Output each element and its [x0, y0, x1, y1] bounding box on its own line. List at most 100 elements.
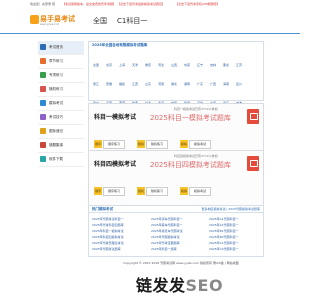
province-link[interactable]: 江苏	[236, 62, 249, 69]
sidebar-item-label: 随机练习	[49, 87, 63, 91]
province-link[interactable]: 福建	[119, 81, 132, 88]
region-box-title: 2025年全国各地驾照模拟考试题库	[92, 43, 148, 47]
region-box: 2025年全国各地驾照模拟考试题库 全国 北京 上海 天津 重庆 河北 山西 内蒙 辽宁 吉林 黑龙…	[88, 41, 264, 143]
popular-column: 2025年驾照考试科目一 2025年驾考科目四题库 2025年科目一模拟考试 2025…	[92, 216, 148, 252]
sidebar-item-icon	[40, 58, 46, 64]
province-link[interactable]: 山东	[145, 81, 158, 88]
exam-screen-icon	[247, 109, 259, 124]
sidebar-item-label: 错题集锦	[49, 143, 63, 147]
province-link[interactable]: 北京	[106, 62, 119, 69]
sidebar-item[interactable]: 章节练习	[38, 55, 84, 69]
watermark: 链发发SEO	[136, 272, 223, 296]
province-link[interactable]: 安徽	[106, 81, 119, 88]
province-link[interactable]: 上海	[119, 62, 132, 69]
province-link[interactable]: 浙江	[93, 81, 106, 88]
exam-action-tag: 随机	[137, 140, 145, 148]
exam-card: 科目四模拟考试 科目四模拟考试已有3772人参加 2025科目四模拟考试题库顺序 顺序…	[88, 150, 264, 206]
watermark-main: 链发发	[136, 276, 186, 295]
sidebar-item-label: 模拟考试	[49, 101, 63, 105]
exam-action-tag: 随机	[137, 187, 145, 195]
top-bar: 欢迎您！先登录 吧 【考试通用版本，最全免费的历年考题】 【点击下载驾考最新模拟…	[0, 0, 300, 9]
exam-screen-icon	[247, 156, 259, 171]
province-link[interactable]: 广东	[197, 81, 210, 88]
province-link[interactable]: 河北	[158, 62, 171, 69]
province-link[interactable]: 天津	[132, 62, 145, 69]
province-link[interactable]: 黑龙	[223, 62, 236, 69]
exam-card-title[interactable]: 科目一模拟考试	[94, 112, 136, 121]
sidebar-item-label: 软件下载	[49, 157, 63, 161]
sidebar-item-icon	[40, 86, 46, 92]
exam-action-label: 随机练习	[146, 187, 168, 196]
welcome-text: 欢迎您！先登录 吧	[30, 2, 55, 6]
site-logo[interactable]: 易手易考试 www.yyws.com	[30, 13, 75, 30]
sidebar-item[interactable]: 软件下载	[38, 153, 84, 167]
top-link-3[interactable]: 【点击下载驾考手机APP刷题吧】	[175, 2, 220, 6]
sidebar-item[interactable]: 错题集锦	[38, 139, 84, 153]
exam-card-promo: 2025科目一模拟考试题库	[150, 114, 231, 122]
sidebar-item-label: 专项练习	[49, 73, 63, 77]
popular-column: 2025年A1驾照科目一 2025年A2驾照科目一 2025年B1驾照科目一 2025…	[209, 216, 265, 252]
sidebar-item-icon	[40, 114, 46, 120]
logo-icon	[30, 15, 39, 24]
popular-exam-link[interactable]: 2025年驾照考试题库	[92, 246, 148, 252]
exam-action-label: 模拟考试	[189, 187, 211, 196]
province-link[interactable]: 广西	[210, 81, 223, 88]
sidebar-item-label: 图标速记	[49, 129, 63, 133]
sidebar-item-icon	[40, 142, 46, 148]
sidebar-item[interactable]: 考试技巧	[38, 111, 84, 125]
exam-card-promo: 2025科目四模拟考试题库	[150, 161, 231, 169]
exam-action-label: 随机练习	[146, 140, 168, 149]
exam-action-label: 模拟考试	[189, 140, 211, 149]
sidebar: 考试首页章节练习专项练习随机练习模拟考试考试技巧图标速记错题集锦软件下载	[38, 41, 84, 167]
subject-selector[interactable]: C1科目一	[117, 16, 147, 26]
exam-card-buttons: 顺序 顺序练习 随机 随机练习 模拟 模拟考试	[94, 187, 260, 196]
logo-url: www.yyws.com	[40, 23, 60, 26]
exam-action-tag: 顺序	[94, 187, 102, 195]
top-link-1[interactable]: 【考试通用版本，最全免费的历年考题】	[62, 2, 116, 6]
popular-exam-link[interactable]: 2025年C2驾照科目一	[209, 246, 265, 252]
exam-action-label: 顺序练习	[103, 187, 125, 196]
exam-card-title[interactable]: 科目四模拟考试	[94, 159, 136, 168]
sidebar-item-icon	[40, 156, 46, 162]
sidebar-item-icon	[40, 100, 46, 106]
sidebar-item-icon	[40, 128, 46, 134]
sidebar-item[interactable]: 图标速记	[38, 125, 84, 139]
province-link[interactable]: 湖北	[171, 81, 184, 88]
popular-divider	[89, 212, 263, 213]
exam-card-subtitle: 科目四模拟考试已有3772人参加	[174, 154, 218, 158]
sidebar-item-icon	[40, 72, 46, 78]
top-link-2[interactable]: 【点击下载驾考最新模拟考试题目】	[117, 2, 165, 6]
sidebar-item-icon	[40, 44, 46, 50]
sidebar-item[interactable]: 随机练习	[38, 83, 84, 97]
sidebar-item[interactable]: 专项练习	[38, 69, 84, 83]
province-link[interactable]: 吉林	[210, 62, 223, 69]
province-link[interactable]: 四川	[236, 81, 249, 88]
watermark-seo: SEO	[185, 276, 224, 295]
province-link[interactable]: 湖南	[184, 81, 197, 88]
exam-card-buttons: 顺序 顺序练习 随机 随机练习 模拟 模拟考试	[94, 140, 260, 149]
popular-column: 2025年货车驾照科目一 2025年客车驾照科目一 2025年摩托车驾照考试 2025…	[151, 216, 207, 252]
province-link[interactable]: 江西	[132, 81, 145, 88]
province-link[interactable]: 河南	[158, 81, 171, 88]
sidebar-item-label: 章节练习	[49, 59, 63, 63]
popular-more-link[interactable]: 更多地区模拟考试 | 2025驾照模拟考试题库	[201, 207, 260, 211]
exam-action-label: 顺序练习	[103, 140, 125, 149]
sidebar-item-label: 考试技巧	[49, 115, 63, 119]
sidebar-item[interactable]: 模拟考试	[38, 97, 84, 111]
popular-exams-box: 热门模拟考试 更多地区模拟考试 | 2025驾照模拟考试题库 2025年驾照考试…	[88, 205, 264, 257]
exam-card-subtitle: 科目一模拟考试已有3772人参加	[174, 107, 218, 111]
header-divider	[0, 33, 300, 34]
province-link[interactable]: 全国	[93, 62, 106, 69]
sidebar-item[interactable]: 考试首页	[38, 41, 84, 55]
sidebar-item-label: 考试首页	[49, 45, 63, 49]
province-link[interactable]: 辽宁	[197, 62, 210, 69]
province-link[interactable]: 山西	[171, 62, 184, 69]
exam-action-tag: 顺序	[94, 140, 102, 148]
province-link[interactable]: 内蒙	[184, 62, 197, 69]
exam-action-tag: 模拟	[180, 187, 188, 195]
province-link[interactable]: 海南	[223, 81, 236, 88]
region-selector[interactable]: 全国	[93, 16, 107, 26]
province-link[interactable]: 重庆	[145, 62, 158, 69]
exam-action-tag: 模拟	[180, 140, 188, 148]
popular-exam-link[interactable]: 2025年科目一题库	[151, 246, 207, 252]
